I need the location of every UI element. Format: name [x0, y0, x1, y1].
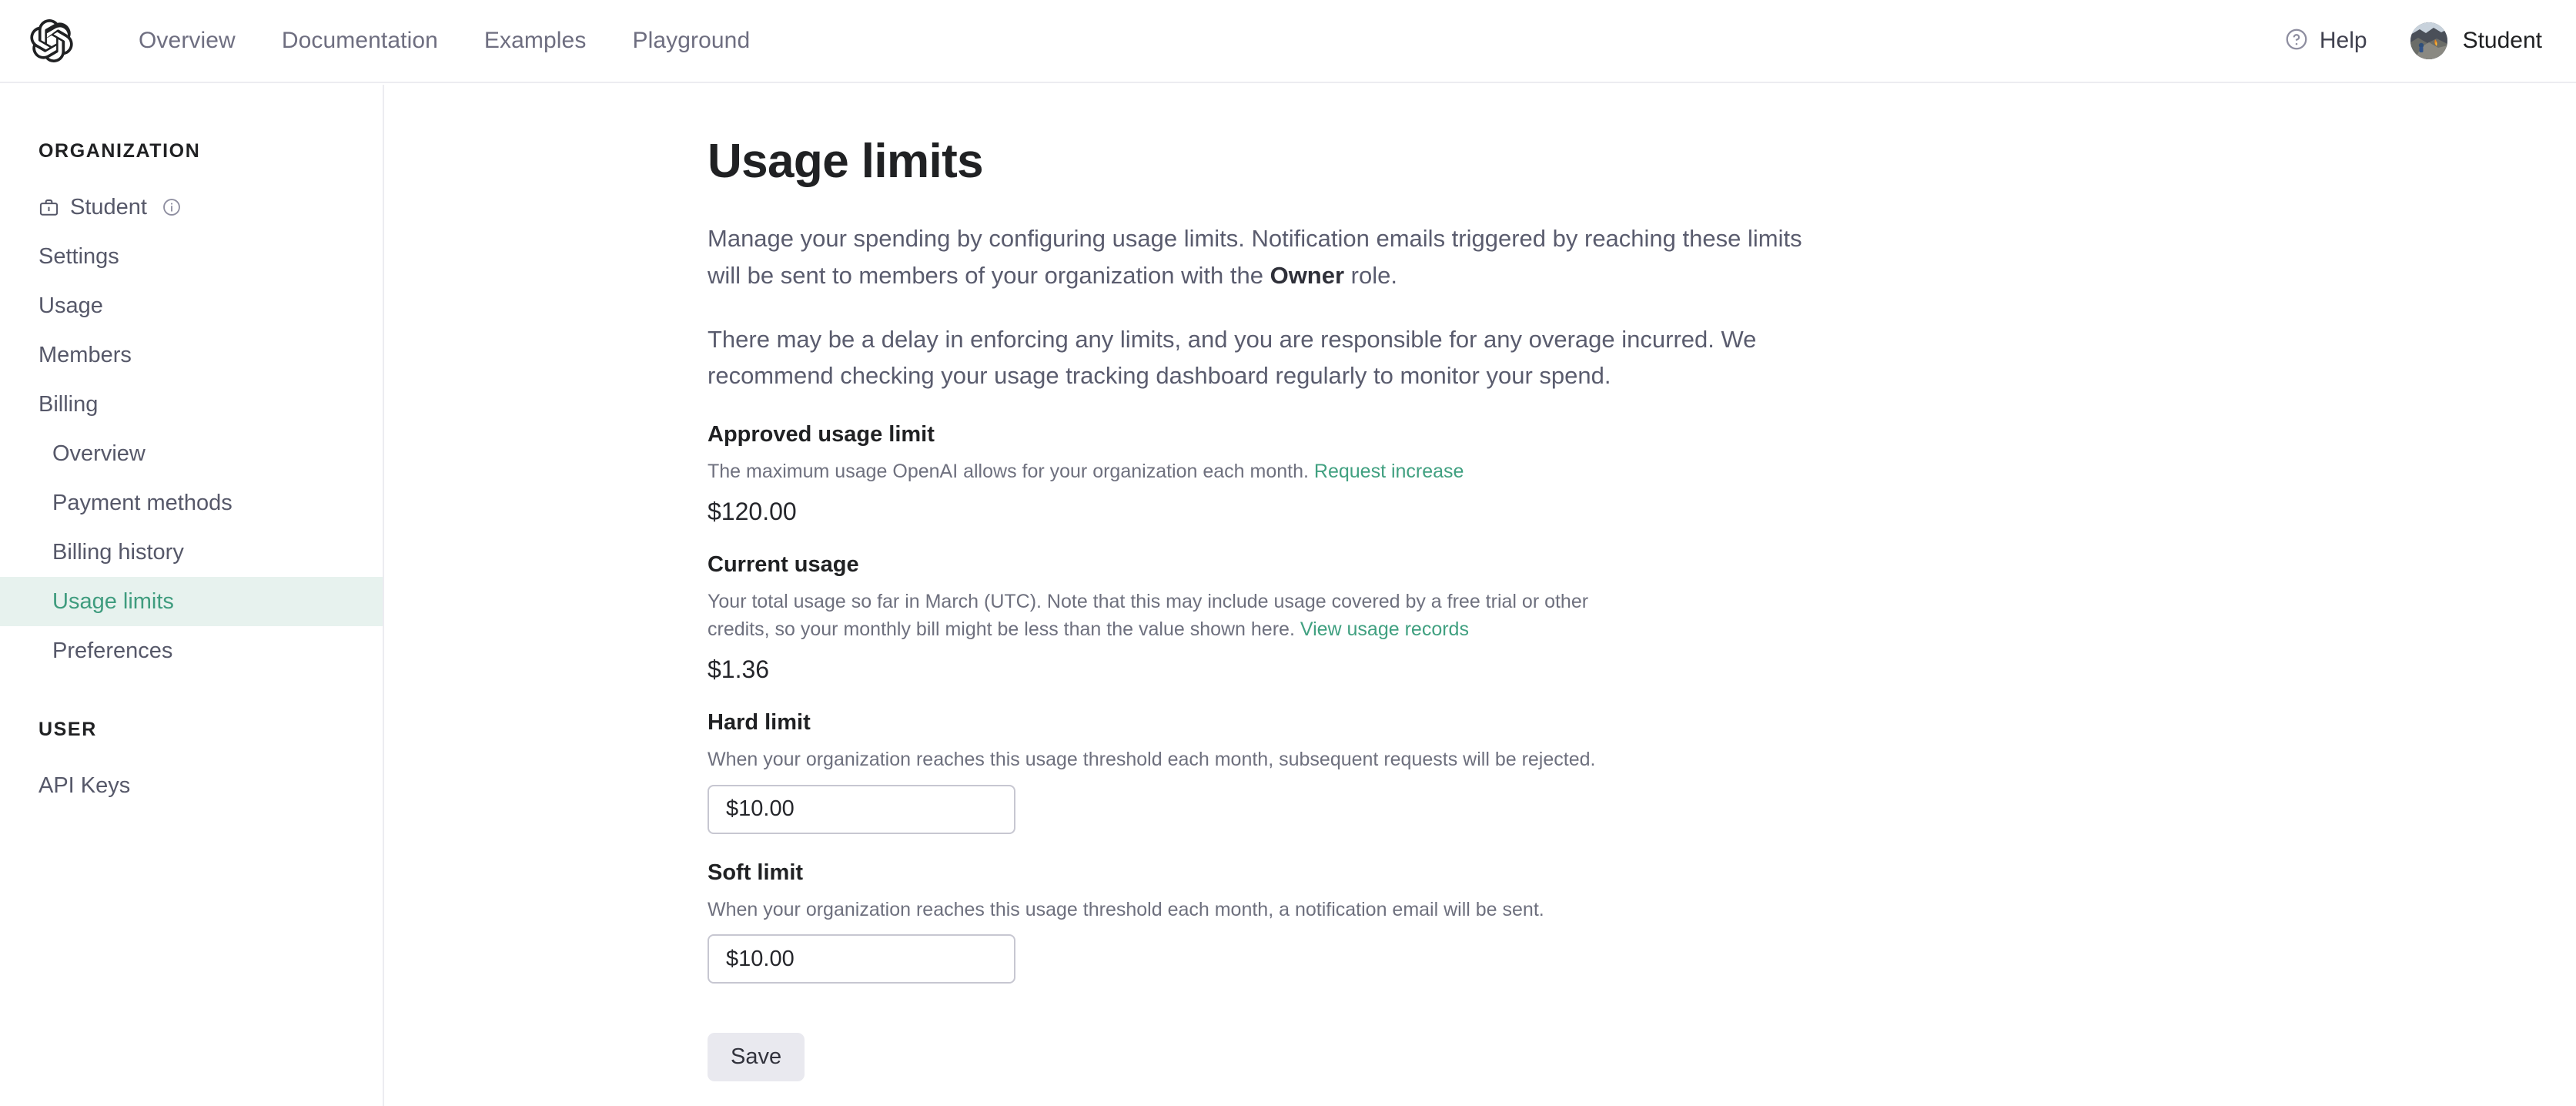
user-menu-button[interactable]: Student	[2410, 22, 2542, 59]
openai-logo-icon[interactable]	[28, 17, 75, 65]
request-increase-link[interactable]: Request increase	[1314, 461, 1464, 482]
main-content-area: Usage limits Manage your spending by con…	[386, 85, 2576, 1106]
intro-p1-text-after: role.	[1344, 262, 1397, 289]
user-avatar-photo	[2410, 22, 2447, 59]
current-usage-block: Current usage Your total usage so far in…	[708, 552, 1847, 684]
intro-p1-text-before: Manage your spending by configuring usag…	[708, 225, 1802, 288]
primary-nav-links: Overview Documentation Examples Playgrou…	[115, 28, 773, 54]
sidebar-item-api-keys[interactable]: API Keys	[0, 761, 383, 810]
approved-usage-limit-value: $120.00	[708, 498, 1847, 526]
intro-paragraph-2: There may be a delay in enforcing any li…	[708, 321, 1832, 394]
top-nav-right-cluster: Help Student	[2284, 22, 2542, 59]
hard-limit-block: Hard limit When your organization reache…	[708, 710, 1847, 834]
help-label: Help	[2320, 28, 2367, 54]
soft-limit-help: When your organization reaches this usag…	[708, 897, 1647, 924]
sidebar-item-settings[interactable]: Settings	[0, 232, 383, 281]
user-name-label: Student	[2463, 28, 2542, 54]
help-button[interactable]: Help	[2284, 27, 2367, 55]
sidebar-item-billing-overview[interactable]: Overview	[0, 429, 383, 478]
save-button[interactable]: Save	[708, 1033, 805, 1081]
question-circle-icon	[2284, 27, 2309, 55]
approved-usage-limit-label: Approved usage limit	[708, 422, 1847, 447]
soft-limit-input[interactable]	[708, 934, 1015, 984]
approved-usage-limit-block: Approved usage limit The maximum usage O…	[708, 422, 1847, 527]
sidebar-navigation: ORGANIZATION Student Settings Usage Memb…	[0, 85, 384, 1106]
sidebar-spacer	[0, 675, 383, 719]
hard-limit-label: Hard limit	[708, 710, 1847, 736]
current-usage-label: Current usage	[708, 552, 1847, 578]
soft-limit-label: Soft limit	[708, 860, 1847, 886]
soft-limit-block: Soft limit When your organization reache…	[708, 860, 1847, 984]
hard-limit-help: When your organization reaches this usag…	[708, 746, 1647, 774]
page-title: Usage limits	[708, 136, 1847, 188]
nav-link-examples[interactable]: Examples	[461, 28, 610, 54]
sidebar-section-user-label: USER	[0, 719, 383, 741]
sidebar-item-members[interactable]: Members	[0, 330, 383, 380]
sidebar-item-organization-student[interactable]: Student	[0, 183, 383, 232]
approved-usage-limit-help: The maximum usage OpenAI allows for your…	[708, 458, 1647, 486]
sidebar-item-billing[interactable]: Billing	[0, 380, 383, 429]
current-usage-value: $1.36	[708, 655, 1847, 684]
current-usage-help: Your total usage so far in March (UTC). …	[708, 588, 1647, 643]
sidebar-item-usage-limits[interactable]: Usage limits	[0, 577, 383, 626]
top-navigation-bar: Overview Documentation Examples Playgrou…	[0, 0, 2576, 83]
sidebar-item-preferences[interactable]: Preferences	[0, 626, 383, 675]
nav-link-documentation[interactable]: Documentation	[259, 28, 461, 54]
nav-link-overview[interactable]: Overview	[115, 28, 259, 54]
view-usage-records-link[interactable]: View usage records	[1300, 618, 1469, 640]
intro-paragraph-1: Manage your spending by configuring usag…	[708, 220, 1832, 293]
sidebar-item-usage[interactable]: Usage	[0, 281, 383, 330]
sidebar-org-label: Student	[70, 195, 147, 220]
info-circle-icon[interactable]	[162, 197, 182, 217]
hard-limit-input[interactable]	[708, 785, 1015, 834]
owner-role-emphasis: Owner	[1270, 262, 1344, 289]
sidebar-item-payment-methods[interactable]: Payment methods	[0, 478, 383, 528]
sidebar-item-billing-history[interactable]: Billing history	[0, 528, 383, 577]
briefcase-icon	[38, 197, 59, 218]
sidebar-section-organization-label: ORGANIZATION	[0, 140, 383, 163]
approved-help-text: The maximum usage OpenAI allows for your…	[708, 461, 1309, 482]
nav-link-playground[interactable]: Playground	[609, 28, 773, 54]
